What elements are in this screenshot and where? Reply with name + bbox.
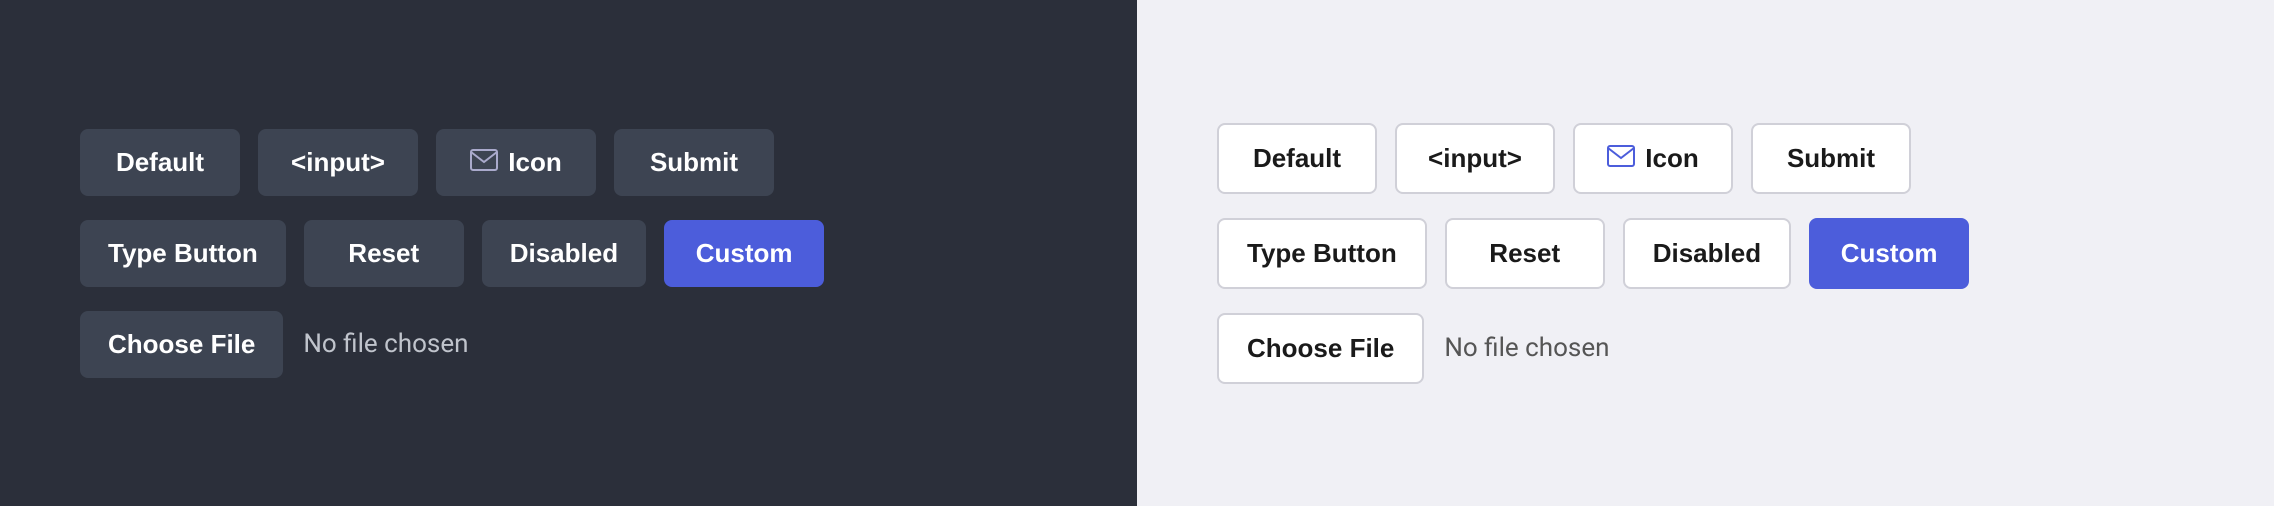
- dark-submit-button[interactable]: Submit: [614, 129, 774, 196]
- dark-row-1: Default <input> Icon Submit: [80, 129, 774, 196]
- envelope-icon: [470, 147, 498, 178]
- light-choose-file-button[interactable]: Choose File: [1217, 313, 1424, 384]
- light-input-button[interactable]: <input>: [1395, 123, 1555, 194]
- light-file-row: Choose File No file chosen: [1217, 313, 1609, 384]
- dark-disabled-button[interactable]: Disabled: [482, 220, 646, 287]
- light-row-2: Type Button Reset Disabled Custom: [1217, 218, 1969, 289]
- dark-icon-button[interactable]: Icon: [436, 129, 596, 196]
- dark-choose-file-button[interactable]: Choose File: [80, 311, 283, 378]
- light-reset-button[interactable]: Reset: [1445, 218, 1605, 289]
- envelope-icon-light: [1607, 143, 1635, 174]
- light-custom-button[interactable]: Custom: [1809, 218, 1969, 289]
- light-submit-button[interactable]: Submit: [1751, 123, 1911, 194]
- light-row-1: Default <input> Icon Submit: [1217, 123, 1911, 194]
- dark-custom-button[interactable]: Custom: [664, 220, 824, 287]
- light-default-button[interactable]: Default: [1217, 123, 1377, 194]
- dark-type-button[interactable]: Type Button: [80, 220, 286, 287]
- dark-file-row: Choose File No file chosen: [80, 311, 468, 378]
- dark-row-2: Type Button Reset Disabled Custom: [80, 220, 824, 287]
- light-icon-label: Icon: [1645, 143, 1698, 174]
- dark-default-button[interactable]: Default: [80, 129, 240, 196]
- dark-input-button[interactable]: <input>: [258, 129, 418, 196]
- light-panel: Default <input> Icon Submit Type Button …: [1137, 0, 2274, 506]
- dark-icon-label: Icon: [508, 147, 561, 178]
- light-type-button[interactable]: Type Button: [1217, 218, 1427, 289]
- dark-file-status: No file chosen: [303, 329, 468, 359]
- light-icon-button[interactable]: Icon: [1573, 123, 1733, 194]
- light-file-status: No file chosen: [1444, 333, 1609, 363]
- dark-reset-button[interactable]: Reset: [304, 220, 464, 287]
- dark-panel: Default <input> Icon Submit Type Button …: [0, 0, 1137, 506]
- light-disabled-button[interactable]: Disabled: [1623, 218, 1791, 289]
